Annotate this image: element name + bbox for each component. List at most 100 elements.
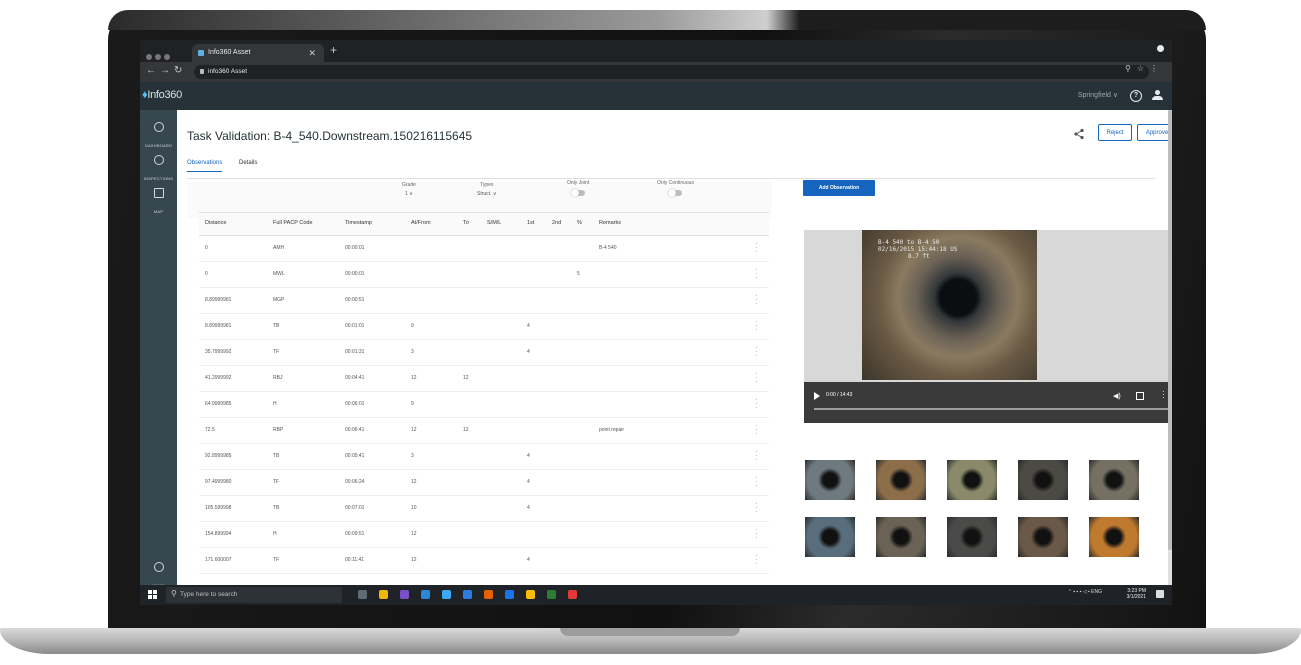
system-tray-icons[interactable]: ⌃ ▪ ▪ ▪ ◁ ▪ ENG — [1068, 589, 1102, 595]
sidebar-item-inspections[interactable]: INSPECTIONS — [140, 155, 177, 185]
close-icon[interactable]: ✕ — [308, 44, 316, 62]
column-header[interactable]: Full PACP Code — [273, 220, 313, 226]
snapshot-thumbnail[interactable] — [947, 460, 997, 500]
play-icon[interactable] — [814, 392, 820, 400]
taskbar-app-icon[interactable] — [463, 590, 472, 599]
url-field[interactable]: info360 Asset — [194, 65, 1149, 79]
maximize-window-dot[interactable] — [164, 54, 170, 60]
table-row[interactable]: 64.9999985 H 00:06:01 9 · · · — [199, 392, 769, 418]
user-profile-icon[interactable] — [1152, 90, 1163, 102]
table-row[interactable]: 92.8999985 TB 00:05:41 3 4 · · · — [199, 444, 769, 470]
table-row[interactable]: 0 AMH 00:00:01 B-4 540 · · · — [199, 236, 769, 262]
row-menu-icon[interactable]: · · · — [755, 500, 758, 516]
sidebar-item-map[interactable]: MAP — [140, 188, 177, 218]
table-row[interactable]: 105.599998 TB 00:07:01 10 4 · · · — [199, 496, 769, 522]
table-row[interactable]: 154.899994 H 00:09:51 12 · · · — [199, 522, 769, 548]
row-menu-icon[interactable]: · · · — [755, 292, 758, 308]
column-header[interactable]: Timestamp — [345, 220, 372, 226]
forward-arrow-icon[interactable]: → — [160, 65, 170, 76]
table-row[interactable]: 8.89999981 MGP 00:00:51 · · · — [199, 288, 769, 314]
table-row[interactable]: 35.7999992 TF 00:01:31 3 4 · · · — [199, 340, 769, 366]
help-icon[interactable]: ? — [1130, 90, 1142, 102]
taskbar-app-icon[interactable] — [358, 590, 367, 599]
row-menu-icon[interactable]: · · · — [755, 370, 758, 386]
column-header[interactable]: % — [577, 220, 582, 226]
row-menu-icon[interactable]: · · · — [755, 396, 758, 412]
location-dropdown[interactable]: Springfield ∨ — [1078, 91, 1118, 99]
notification-icon[interactable] — [1156, 590, 1164, 598]
video-player[interactable]: B-4 540 to B-4 50 02/16/2015 15:44:18 US… — [804, 230, 1172, 423]
reload-icon[interactable]: ↻ — [174, 65, 182, 76]
taskbar-app-icon[interactable] — [379, 590, 388, 599]
taskbar-app-icon[interactable] — [484, 590, 493, 599]
column-header[interactable]: Remarks — [599, 220, 621, 226]
windows-start-icon[interactable] — [148, 590, 157, 599]
fullscreen-icon[interactable] — [1136, 392, 1144, 400]
snapshot-thumbnail[interactable] — [947, 517, 997, 557]
table-row[interactable]: 97.4999980 TF 00:06:24 12 4 · · · — [199, 470, 769, 496]
snapshot-thumbnail[interactable] — [876, 460, 926, 500]
table-row[interactable]: 41.2999992 RBJ 00:04:41 12 12 · · · — [199, 366, 769, 392]
row-menu-icon[interactable]: · · · — [755, 240, 758, 256]
browser-toolbar-icons[interactable]: ⚲☆⋮ — [1125, 64, 1164, 73]
table-row[interactable]: 171.600007 TF 00:11:41 12 4 · · · — [199, 548, 769, 574]
taskbar-app-icon[interactable] — [442, 590, 451, 599]
table-cell: 4 — [527, 349, 530, 355]
row-menu-icon[interactable]: · · · — [755, 448, 758, 464]
types-filter[interactable]: Types Struct. ∨ — [477, 182, 497, 197]
approve-button[interactable]: Approve — [1137, 124, 1172, 141]
info360-logo[interactable]: ♦Info360 — [142, 89, 182, 101]
video-seek-bar[interactable] — [814, 408, 1169, 410]
add-observation-button[interactable]: Add Observation — [803, 180, 875, 196]
only-continuous-toggle[interactable] — [668, 189, 683, 197]
browser-tab[interactable]: Info360 Asset ✕ — [192, 44, 324, 62]
snapshot-thumbnail[interactable] — [805, 517, 855, 557]
chrome-account-icon[interactable] — [1157, 45, 1164, 52]
new-tab-plus-icon[interactable]: + — [330, 43, 337, 57]
share-icon[interactable] — [1073, 128, 1085, 140]
row-menu-icon[interactable]: · · · — [755, 552, 758, 568]
taskbar-app-icon[interactable] — [547, 590, 556, 599]
tab-observations[interactable]: Observations — [187, 160, 223, 172]
only-joint-toggle[interactable] — [571, 189, 586, 197]
video-more-icon[interactable]: · · · — [1162, 388, 1165, 402]
table-row[interactable]: 8.89999981 TB 00:01:01 9 4 · · · — [199, 314, 769, 340]
column-header[interactable]: Distance — [205, 220, 226, 226]
snapshot-thumbnail[interactable] — [1089, 460, 1139, 500]
row-menu-icon[interactable]: · · · — [755, 344, 758, 360]
snapshot-thumbnail[interactable] — [1018, 517, 1068, 557]
snapshot-thumbnail[interactable] — [805, 460, 855, 500]
taskbar-app-icon[interactable] — [421, 590, 430, 599]
column-header[interactable]: 1st — [527, 220, 534, 226]
scrollbar-thumb[interactable] — [1168, 110, 1172, 550]
taskbar-app-icon[interactable] — [400, 590, 409, 599]
row-menu-icon[interactable]: · · · — [755, 474, 758, 490]
page-scrollbar[interactable] — [1168, 110, 1172, 585]
reject-button[interactable]: Reject — [1098, 124, 1132, 141]
table-row[interactable]: 0 MWL 00:00:01 5 · · · — [199, 262, 769, 288]
snapshot-thumbnail[interactable] — [1018, 460, 1068, 500]
taskbar-app-icon[interactable] — [526, 590, 535, 599]
volume-icon[interactable]: ◀) — [1113, 392, 1121, 400]
column-header[interactable]: At/From — [411, 220, 431, 226]
row-menu-icon[interactable]: · · · — [755, 526, 758, 542]
minimize-window-dot[interactable] — [155, 54, 161, 60]
row-menu-icon[interactable]: · · · — [755, 422, 758, 438]
column-header[interactable]: To — [463, 220, 469, 226]
taskbar-search[interactable]: ⚲ Type here to search — [166, 587, 342, 603]
table-row[interactable]: 72.5 RBP 00:06:41 12 12 point repair · · · — [199, 418, 769, 444]
back-arrow-icon[interactable]: ← — [146, 65, 156, 76]
taskbar-clock[interactable]: 3:23 PM 3/1/2021 — [1127, 588, 1146, 600]
grade-filter[interactable]: Grade 1 ∨ — [402, 182, 416, 197]
tab-details[interactable]: Details — [239, 160, 257, 166]
snapshot-thumbnail[interactable] — [1089, 517, 1139, 557]
sidebar-item-dashboard[interactable]: DASHBOARD — [140, 122, 177, 152]
row-menu-icon[interactable]: · · · — [755, 266, 758, 282]
taskbar-app-icon[interactable] — [505, 590, 514, 599]
column-header[interactable]: S/M/L — [487, 220, 501, 226]
taskbar-app-icon[interactable] — [568, 590, 577, 599]
column-header[interactable]: 2nd — [552, 220, 561, 226]
close-window-dot[interactable] — [146, 54, 152, 60]
row-menu-icon[interactable]: · · · — [755, 318, 758, 334]
snapshot-thumbnail[interactable] — [876, 517, 926, 557]
